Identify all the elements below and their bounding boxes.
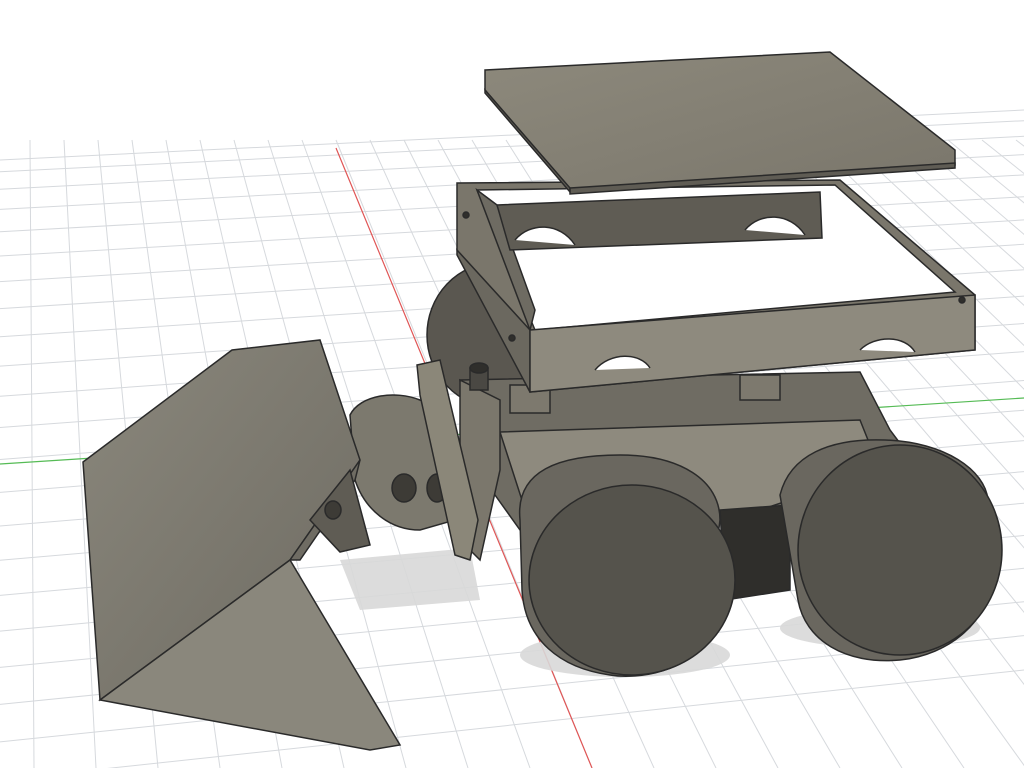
front-wheel-left	[518, 454, 736, 677]
top-lid	[484, 51, 956, 195]
chassis-frame	[456, 179, 976, 393]
model-canvas[interactable]	[0, 0, 1024, 768]
front-wheel-right	[779, 439, 1003, 662]
cad-viewport[interactable]	[0, 0, 1024, 768]
grid-line	[29, 139, 35, 768]
grid-line	[1015, 139, 1024, 147]
